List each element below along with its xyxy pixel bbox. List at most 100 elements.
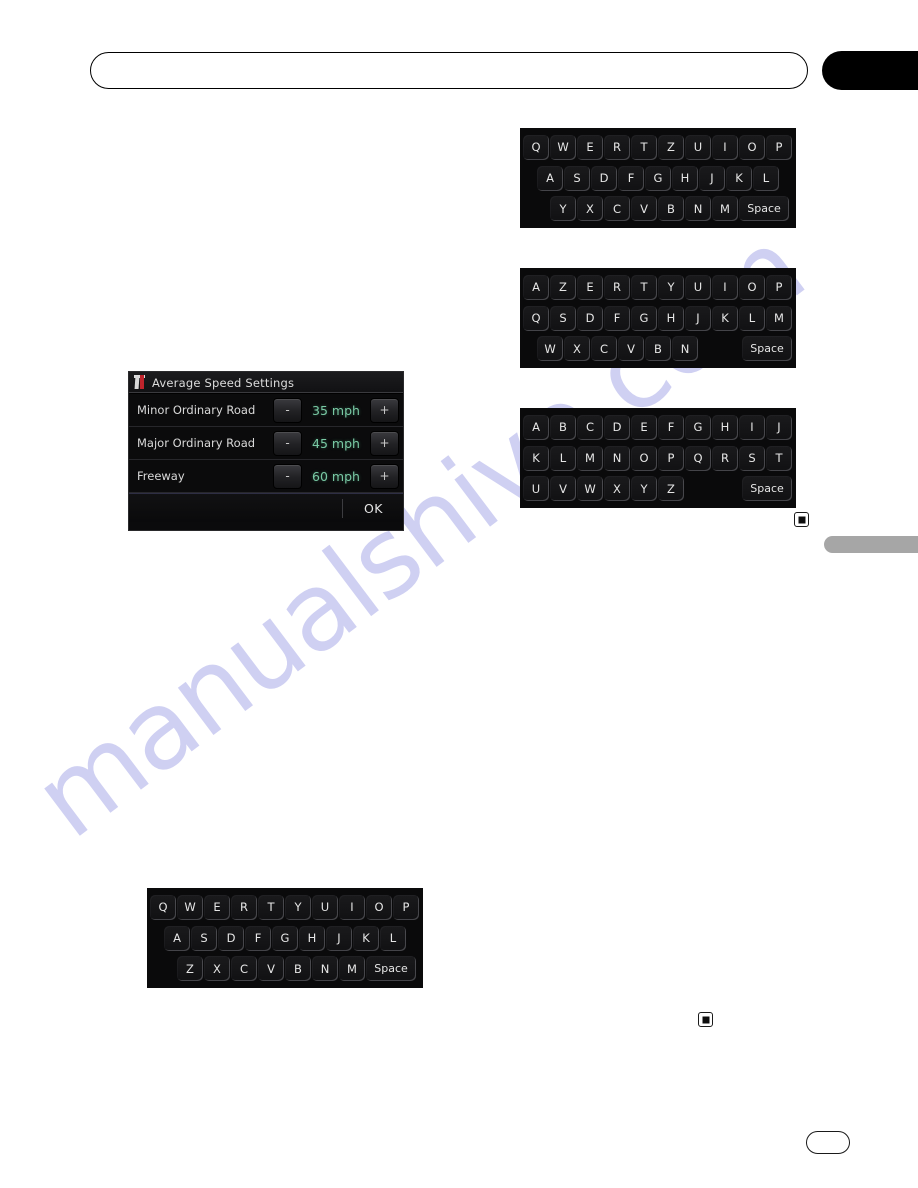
increment-button[interactable]: +: [370, 430, 399, 456]
keyboard-key-t[interactable]: T: [631, 274, 657, 300]
keyboard-key-z[interactable]: Z: [658, 476, 684, 502]
keyboard-key-t[interactable]: T: [631, 134, 657, 160]
keyboard-key-z[interactable]: Z: [177, 956, 203, 982]
keyboard-key-g[interactable]: G: [631, 305, 657, 331]
keyboard-key-m[interactable]: M: [577, 445, 603, 471]
keyboard-key-b[interactable]: B: [285, 956, 311, 982]
keyboard-key-i[interactable]: I: [712, 134, 738, 160]
keyboard-key-c[interactable]: C: [591, 336, 617, 362]
keyboard-key-d[interactable]: D: [591, 165, 617, 191]
keyboard-key-f[interactable]: F: [658, 414, 684, 440]
keyboard-key-v[interactable]: V: [258, 956, 284, 982]
keyboard-key-z[interactable]: Z: [550, 274, 576, 300]
keyboard-key-k[interactable]: K: [726, 165, 752, 191]
keyboard-key-l[interactable]: L: [739, 305, 765, 331]
keyboard-key-u[interactable]: U: [312, 894, 338, 920]
keyboard-key-v[interactable]: V: [550, 476, 576, 502]
keyboard-key-a[interactable]: A: [164, 925, 190, 951]
keyboard-key-c[interactable]: C: [577, 414, 603, 440]
keyboard-key-r[interactable]: R: [604, 134, 630, 160]
keyboard-key-space[interactable]: Space: [739, 196, 789, 222]
keyboard-key-x[interactable]: X: [604, 476, 630, 502]
keyboard-key-f[interactable]: F: [604, 305, 630, 331]
keyboard-key-p[interactable]: P: [393, 894, 419, 920]
keyboard-key-w[interactable]: W: [537, 336, 563, 362]
keyboard-key-j[interactable]: J: [766, 414, 792, 440]
keyboard-key-y[interactable]: Y: [550, 196, 576, 222]
keyboard-key-n[interactable]: N: [604, 445, 630, 471]
keyboard-key-n[interactable]: N: [672, 336, 698, 362]
keyboard-key-u[interactable]: U: [685, 134, 711, 160]
keyboard-qwertz[interactable]: Q W E R T Z U I O P A S D F G H J K L Y X C V B N M Space: [520, 128, 796, 228]
keyboard-key-w[interactable]: W: [550, 134, 576, 160]
decrement-button[interactable]: -: [273, 397, 302, 423]
keyboard-key-a[interactable]: A: [523, 414, 549, 440]
keyboard-key-e[interactable]: E: [204, 894, 230, 920]
keyboard-key-h[interactable]: H: [658, 305, 684, 331]
increment-button[interactable]: +: [370, 463, 399, 489]
keyboard-key-s[interactable]: S: [739, 445, 765, 471]
keyboard-key-h[interactable]: H: [712, 414, 738, 440]
keyboard-key-f[interactable]: F: [618, 165, 644, 191]
keyboard-key-w[interactable]: W: [577, 476, 603, 502]
keyboard-key-k[interactable]: K: [523, 445, 549, 471]
keyboard-key-j[interactable]: J: [326, 925, 352, 951]
keyboard-azerty[interactable]: A Z E R T Y U I O P Q S D F G H J K L M W X C V B N Space: [520, 268, 796, 368]
keyboard-key-h[interactable]: H: [299, 925, 325, 951]
keyboard-key-b[interactable]: B: [645, 336, 671, 362]
keyboard-key-space[interactable]: Space: [366, 956, 416, 982]
keyboard-key-o[interactable]: O: [739, 274, 765, 300]
keyboard-key-m[interactable]: M: [339, 956, 365, 982]
keyboard-key-u[interactable]: U: [685, 274, 711, 300]
keyboard-key-i[interactable]: I: [712, 274, 738, 300]
keyboard-key-t[interactable]: T: [258, 894, 284, 920]
keyboard-key-z[interactable]: Z: [658, 134, 684, 160]
keyboard-key-r[interactable]: R: [231, 894, 257, 920]
keyboard-key-k[interactable]: K: [712, 305, 738, 331]
keyboard-key-a[interactable]: A: [537, 165, 563, 191]
keyboard-key-d[interactable]: D: [577, 305, 603, 331]
keyboard-key-m[interactable]: M: [766, 305, 792, 331]
keyboard-abc[interactable]: A B C D E F G H I J K L M N O P Q R S T U V W X Y Z Space: [520, 408, 796, 508]
keyboard-key-p[interactable]: P: [658, 445, 684, 471]
keyboard-key-q[interactable]: Q: [523, 305, 549, 331]
keyboard-key-x[interactable]: X: [204, 956, 230, 982]
increment-button[interactable]: +: [370, 397, 399, 423]
keyboard-key-j[interactable]: J: [699, 165, 725, 191]
keyboard-key-u[interactable]: U: [523, 476, 549, 502]
keyboard-key-p[interactable]: P: [766, 134, 792, 160]
keyboard-key-g[interactable]: G: [645, 165, 671, 191]
keyboard-key-l[interactable]: L: [550, 445, 576, 471]
keyboard-key-q[interactable]: Q: [685, 445, 711, 471]
keyboard-key-y[interactable]: Y: [285, 894, 311, 920]
keyboard-key-s[interactable]: S: [550, 305, 576, 331]
keyboard-key-r[interactable]: R: [604, 274, 630, 300]
keyboard-qwerty[interactable]: Q W E R T Y U I O P A S D F G H J K L Z X C V B N M Space: [147, 888, 423, 988]
keyboard-key-e[interactable]: E: [577, 274, 603, 300]
keyboard-key-o[interactable]: O: [631, 445, 657, 471]
keyboard-key-q[interactable]: Q: [150, 894, 176, 920]
keyboard-key-r[interactable]: R: [712, 445, 738, 471]
keyboard-key-o[interactable]: O: [739, 134, 765, 160]
keyboard-key-b[interactable]: B: [658, 196, 684, 222]
keyboard-key-v[interactable]: V: [631, 196, 657, 222]
keyboard-key-m[interactable]: M: [712, 196, 738, 222]
keyboard-key-y[interactable]: Y: [631, 476, 657, 502]
keyboard-key-g[interactable]: G: [685, 414, 711, 440]
keyboard-key-s[interactable]: S: [191, 925, 217, 951]
keyboard-key-i[interactable]: I: [339, 894, 365, 920]
keyboard-key-y[interactable]: Y: [658, 274, 684, 300]
keyboard-key-x[interactable]: X: [577, 196, 603, 222]
keyboard-key-p[interactable]: P: [766, 274, 792, 300]
keyboard-key-n[interactable]: N: [312, 956, 338, 982]
keyboard-key-w[interactable]: W: [177, 894, 203, 920]
keyboard-key-f[interactable]: F: [245, 925, 271, 951]
keyboard-key-x[interactable]: X: [564, 336, 590, 362]
keyboard-key-n[interactable]: N: [685, 196, 711, 222]
decrement-button[interactable]: -: [273, 430, 302, 456]
keyboard-key-i[interactable]: I: [739, 414, 765, 440]
keyboard-key-s[interactable]: S: [564, 165, 590, 191]
keyboard-key-d[interactable]: D: [604, 414, 630, 440]
keyboard-key-e[interactable]: E: [631, 414, 657, 440]
keyboard-key-h[interactable]: H: [672, 165, 698, 191]
